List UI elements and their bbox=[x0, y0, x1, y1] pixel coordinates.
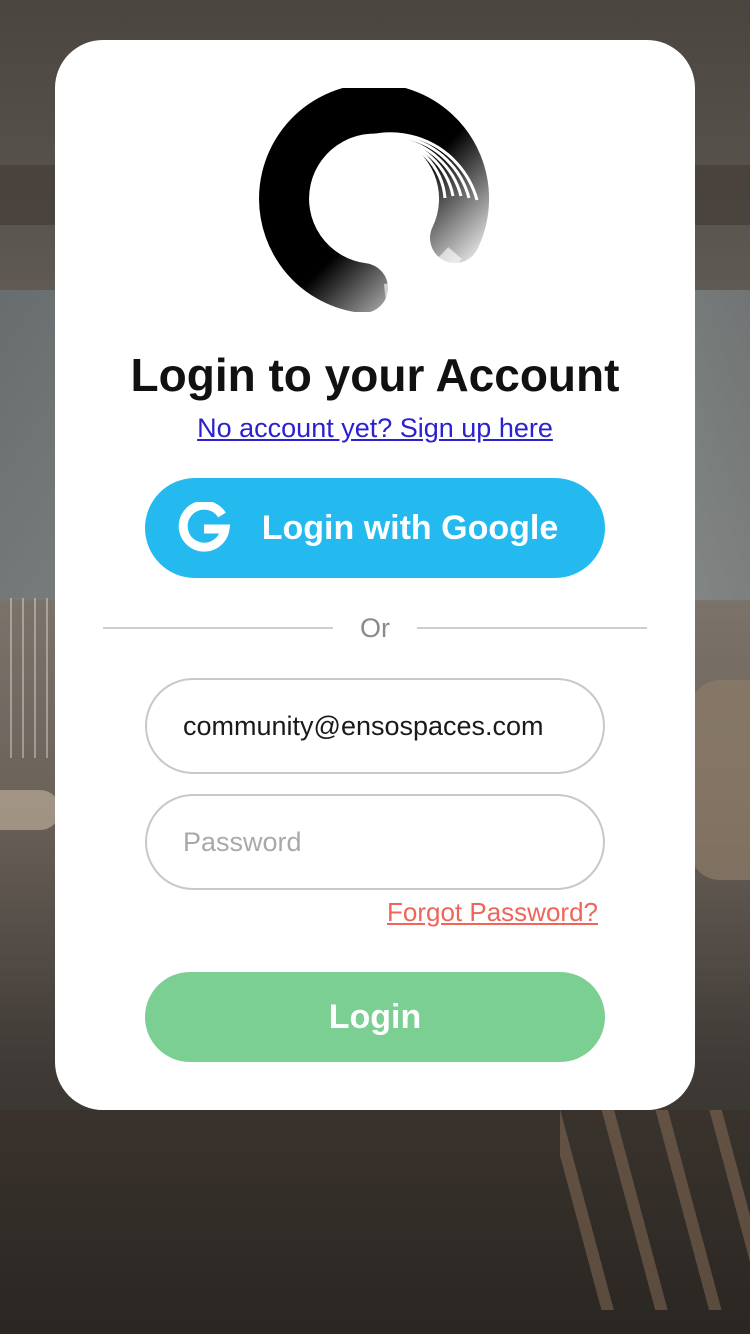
forgot-password-link[interactable]: Forgot Password? bbox=[387, 897, 598, 927]
divider-or-text: Or bbox=[360, 613, 390, 643]
google-login-button[interactable]: Login with Google bbox=[145, 478, 605, 578]
divider-line-left bbox=[103, 627, 333, 629]
forgot-password-container: Forgot Password? bbox=[315, 892, 598, 932]
background-railing bbox=[0, 598, 55, 758]
background-chair bbox=[690, 680, 750, 880]
login-card: Login to your Account No account yet? Si… bbox=[55, 40, 695, 1110]
signup-link[interactable]: No account yet? Sign up here bbox=[197, 413, 553, 443]
page-title: Login to your Account bbox=[130, 349, 620, 401]
background-chair-legs bbox=[560, 1110, 750, 1310]
divider-line-right bbox=[417, 627, 647, 629]
google-g-icon bbox=[178, 502, 231, 552]
signup-link-container: No account yet? Sign up here bbox=[55, 408, 695, 448]
enso-circle-logo-icon bbox=[259, 88, 490, 312]
background-table bbox=[0, 790, 60, 830]
google-login-label: Login with Google bbox=[261, 509, 559, 547]
login-button[interactable]: Login bbox=[145, 972, 605, 1062]
email-field[interactable] bbox=[145, 678, 605, 774]
password-field[interactable] bbox=[145, 794, 605, 890]
